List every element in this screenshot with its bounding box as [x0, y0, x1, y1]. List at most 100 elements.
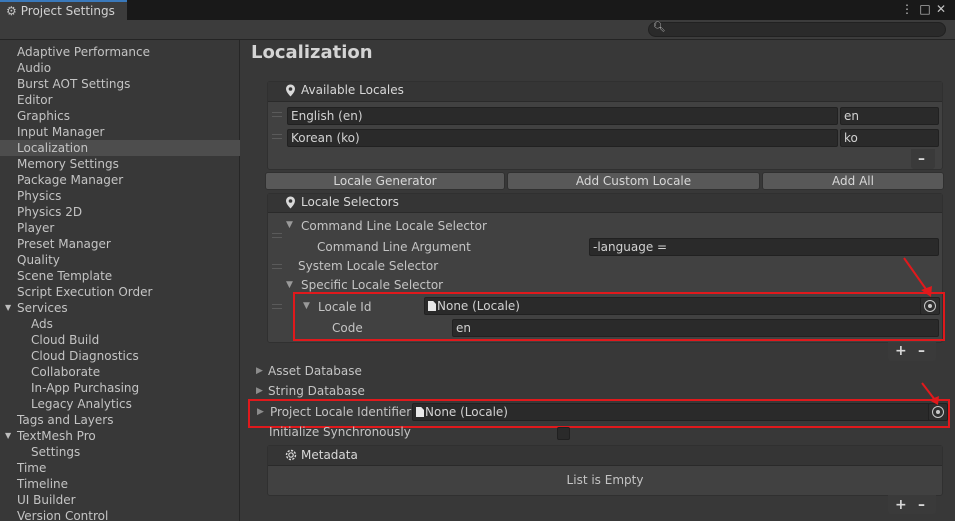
sidebar-item[interactable]: Preset Manager	[0, 236, 240, 252]
drag-handle-icon[interactable]	[272, 134, 282, 139]
more-options-icon[interactable]: ⋮	[900, 1, 914, 17]
expand-arrow-icon[interactable]: ▼	[286, 280, 293, 290]
string-database-foldout[interactable]: String Database	[268, 384, 365, 398]
sidebar-item[interactable]: Physics 2D	[0, 204, 240, 220]
code-field[interactable]: en	[452, 319, 939, 337]
sidebar-item[interactable]: Timeline	[0, 476, 240, 492]
sidebar-item[interactable]: Legacy Analytics	[0, 396, 240, 412]
document-icon	[428, 301, 436, 311]
sidebar-item[interactable]: Cloud Build	[0, 332, 240, 348]
locale-code-field[interactable]: en	[840, 107, 939, 125]
sidebar-item[interactable]: Quality	[0, 252, 240, 268]
expand-arrow-icon[interactable]: ▼	[5, 300, 11, 316]
remove-locale-button[interactable]: –	[918, 152, 925, 166]
page-title: Localization	[251, 42, 373, 63]
collapsed-arrow-icon[interactable]: ▶	[256, 386, 263, 396]
sidebar-item[interactable]: UI Builder	[0, 492, 240, 508]
sidebar-item[interactable]: Collaborate	[0, 364, 240, 380]
command-line-argument-field[interactable]: -language =	[589, 238, 939, 256]
sidebar-item-label: Audio	[17, 61, 52, 75]
sidebar-item-label: Burst AOT Settings	[17, 77, 131, 91]
sidebar-item-label: UI Builder	[17, 493, 76, 507]
remove-selector-button[interactable]: –	[918, 344, 925, 358]
close-icon[interactable]: ✕	[934, 1, 948, 17]
annotation-arrow-icon	[921, 382, 939, 405]
specific-locale-selector-title[interactable]: Specific Locale Selector	[301, 278, 443, 292]
search-icon: 🔍︎	[653, 22, 666, 33]
sidebar-item-label: Settings	[31, 445, 81, 459]
collapsed-arrow-icon[interactable]: ▶	[257, 407, 264, 417]
maximize-icon[interactable]: □	[918, 1, 932, 17]
sidebar-item[interactable]: Graphics	[0, 108, 240, 124]
sidebar-item[interactable]: Script Execution Order	[0, 284, 240, 300]
expand-arrow-icon[interactable]: ▼	[303, 301, 310, 311]
sidebar-item-label: Input Manager	[17, 125, 105, 139]
location-pin-icon	[286, 84, 295, 97]
sidebar-item[interactable]: Version Control	[0, 508, 240, 521]
sidebar-item[interactable]: Localization	[0, 140, 240, 156]
drag-handle-icon[interactable]	[272, 264, 282, 269]
locale-selectors-title: Locale Selectors	[301, 195, 399, 209]
remove-metadata-button[interactable]: –	[918, 498, 925, 512]
sidebar-item[interactable]: Input Manager	[0, 124, 240, 140]
sidebar-item[interactable]: Scene Template	[0, 268, 240, 284]
available-locales-title: Available Locales	[301, 83, 404, 97]
sidebar-item-label: Script Execution Order	[17, 285, 153, 299]
locale-name-field[interactable]: English (en)	[287, 107, 838, 125]
locale-code-field[interactable]: ko	[840, 129, 939, 147]
sidebar-item[interactable]: ▼ Services	[0, 300, 240, 316]
sidebar-item-label: Physics 2D	[17, 205, 83, 219]
add-metadata-button[interactable]: +	[895, 498, 907, 512]
project-locale-identifier-label[interactable]: Project Locale Identifier	[270, 405, 411, 419]
system-locale-selector-title[interactable]: System Locale Selector	[298, 259, 438, 273]
sidebar-item[interactable]: Player	[0, 220, 240, 236]
locale-id-field[interactable]: None (Locale)	[424, 297, 924, 315]
window-tab[interactable]: ⚙ Project Settings	[0, 0, 127, 20]
locale-id-value: None (Locale)	[437, 299, 520, 313]
locale-id-label: Locale Id	[318, 300, 372, 314]
sidebar-item[interactable]: Time	[0, 460, 240, 476]
sidebar-item[interactable]: Cloud Diagnostics	[0, 348, 240, 364]
sidebar-item[interactable]: Package Manager	[0, 172, 240, 188]
drag-handle-icon[interactable]	[272, 112, 282, 117]
project-locale-identifier-field[interactable]: None (Locale)	[412, 403, 930, 421]
code-label: Code	[332, 321, 363, 335]
collapsed-arrow-icon[interactable]: ▶	[256, 366, 263, 376]
command-line-selector-title[interactable]: Command Line Locale Selector	[301, 219, 487, 233]
locale-name-field[interactable]: Korean (ko)	[287, 129, 838, 147]
asset-database-foldout[interactable]: Asset Database	[268, 364, 362, 378]
sidebar: Adaptive Performance Audio Burst AOT Setti…	[0, 40, 240, 521]
sidebar-item-label: Time	[17, 461, 47, 475]
add-all-button[interactable]: Add All	[762, 172, 944, 190]
sidebar-item-label: Scene Template	[17, 269, 113, 283]
expand-arrow-icon[interactable]: ▼	[5, 428, 11, 444]
sidebar-item[interactable]: Adaptive Performance	[0, 44, 240, 60]
sidebar-item[interactable]: ▼ TextMesh Pro	[0, 428, 240, 444]
metadata-header	[268, 446, 942, 466]
annotation-arrow-icon	[903, 257, 932, 297]
sidebar-item[interactable]: Burst AOT Settings	[0, 76, 240, 92]
search-input[interactable]: 🔍︎	[648, 22, 946, 37]
sidebar-item-label: Cloud Build	[31, 333, 100, 347]
drag-handle-icon[interactable]	[272, 233, 282, 238]
add-selector-button[interactable]: +	[895, 344, 907, 358]
locale-generator-button[interactable]: Locale Generator	[265, 172, 505, 190]
sidebar-item-label: Legacy Analytics	[31, 397, 132, 411]
sidebar-item-label: Tags and Layers	[17, 413, 114, 427]
add-custom-locale-button[interactable]: Add Custom Locale	[507, 172, 760, 190]
sidebar-item[interactable]: Tags and Layers	[0, 412, 240, 428]
sidebar-item-label: Cloud Diagnostics	[31, 349, 139, 363]
initialize-synchronously-checkbox[interactable]	[557, 427, 570, 440]
drag-handle-icon[interactable]	[272, 304, 282, 309]
title-bar	[0, 0, 955, 20]
sidebar-item[interactable]: Physics	[0, 188, 240, 204]
expand-arrow-icon[interactable]: ▼	[286, 220, 293, 230]
sidebar-item[interactable]: Editor	[0, 92, 240, 108]
sidebar-item-label: Services	[17, 301, 68, 315]
sidebar-item[interactable]: Audio	[0, 60, 240, 76]
sidebar-item[interactable]: Ads	[0, 316, 240, 332]
sidebar-item-label: Collaborate	[31, 365, 101, 379]
sidebar-item[interactable]: In-App Purchasing	[0, 380, 240, 396]
sidebar-item[interactable]: Settings	[0, 444, 240, 460]
sidebar-item[interactable]: Memory Settings	[0, 156, 240, 172]
